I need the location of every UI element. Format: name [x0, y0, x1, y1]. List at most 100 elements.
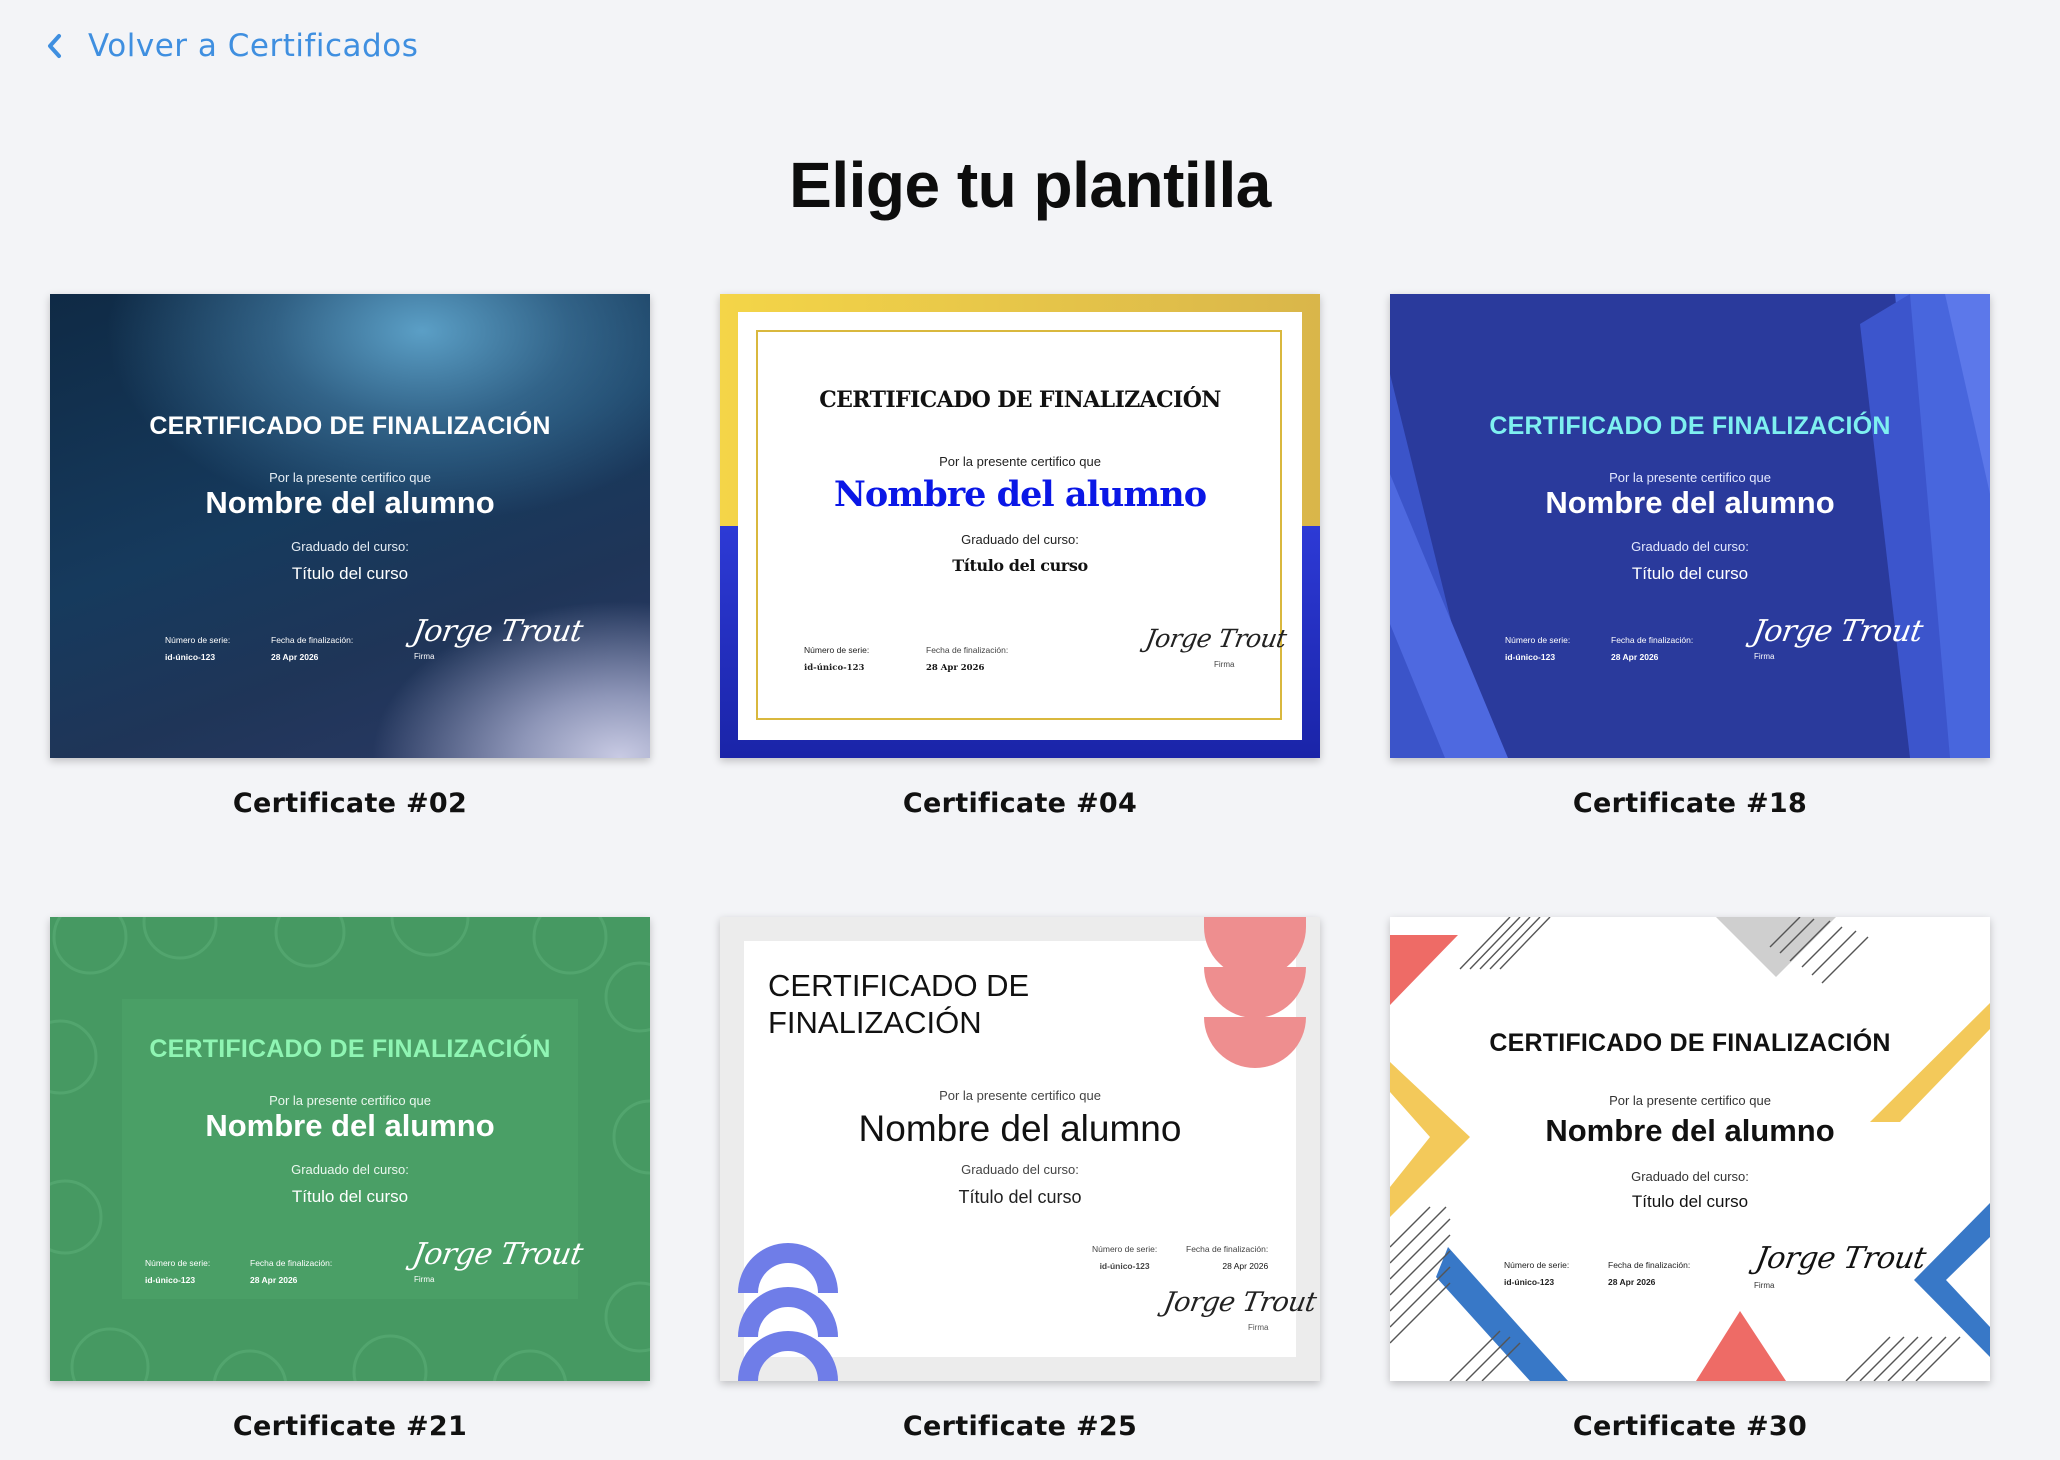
- pattern-background: [50, 917, 650, 1381]
- template-preview-04[interactable]: CERTIFICADO DE FINALIZACIÓN Por la prese…: [720, 294, 1320, 758]
- date-label: Fecha de finalización:: [1608, 1260, 1691, 1270]
- cert-student-name: Nombre del alumno: [1545, 1113, 1835, 1148]
- serial-label: Número de serie:: [145, 1258, 211, 1268]
- cert-graduated-label: Graduado del curso:: [1631, 1169, 1749, 1184]
- template-grid: CERTIFICADO DE FINALIZACIÓN Por la prese…: [50, 294, 1992, 1460]
- page-title: Elige tu plantilla: [789, 149, 1271, 221]
- date-value: 28 Apr 2026: [271, 652, 319, 662]
- template-name: Certificate #02: [232, 788, 468, 819]
- template-card-02[interactable]: CERTIFICADO DE FINALIZACIÓN Por la prese…: [50, 294, 650, 819]
- cert-date: Fecha de finalización: 28 Apr 2026: [1611, 632, 1693, 666]
- template-preview-30[interactable]: CERTIFICADO DE FINALIZACIÓN Por la prese…: [1390, 917, 1990, 1381]
- cert-signature: Jorge Trout: [409, 614, 586, 649]
- cert-title: CERTIFICADO DE FINALIZACIÓN: [768, 967, 1029, 1041]
- template-name: Certificate #30: [1572, 1411, 1808, 1442]
- serial-label: Número de serie:: [1505, 635, 1571, 645]
- geometric-decorations: [1390, 917, 1990, 1381]
- template-preview-21[interactable]: CERTIFICADO DE FINALIZACIÓN Por la prese…: [50, 917, 650, 1381]
- serial-value: id-único-123: [145, 1275, 196, 1285]
- cert-course-title: Título del curso: [1631, 564, 1749, 583]
- cert-title: CERTIFICADO DE FINALIZACIÓN: [1489, 412, 1891, 440]
- cert-graduated-label: Graduado del curso:: [291, 1162, 409, 1177]
- date-label: Fecha de finalización:: [250, 1258, 333, 1268]
- cert-signature: Jorge Trout: [1161, 1287, 1319, 1318]
- serial-value: id-único-123: [165, 652, 216, 662]
- template-name: Certificate #25: [902, 1411, 1138, 1442]
- date-label: Fecha de finalización:: [1611, 635, 1694, 645]
- cert-serial: Número de serie: id-único-123: [165, 632, 230, 666]
- cert-signature-label: Firma: [1754, 652, 1775, 661]
- folded-shapes: [1390, 294, 1990, 758]
- cert-intro: Por la presente certifico que: [269, 1093, 431, 1108]
- cert-serial: Número de serie: id-único-123: [1505, 632, 1570, 666]
- date-value: 28 Apr 2026: [1611, 652, 1659, 662]
- cert-course-title: Título del curso: [1631, 1192, 1749, 1211]
- cert-signature-label: Firma: [414, 1275, 435, 1284]
- cert-serial: Número de serie: id-único-123: [145, 1255, 210, 1289]
- cert-student-name: Nombre del alumno: [833, 474, 1207, 515]
- cert-date: Fecha de finalización: 28 Apr 2026: [1608, 1257, 1690, 1291]
- serial-label: Número de serie:: [165, 635, 231, 645]
- cert-course-title: Título del curso: [958, 1187, 1082, 1207]
- cert-title: CERTIFICADO DE FINALIZACIÓN: [149, 1035, 551, 1063]
- cert-student-name: Nombre del alumno: [1545, 485, 1835, 520]
- date-label: Fecha de finalización:: [1186, 1244, 1269, 1254]
- template-preview-18[interactable]: CERTIFICADO DE FINALIZACIÓN Por la prese…: [1390, 294, 1990, 758]
- date-label: Fecha de finalización:: [926, 645, 1009, 655]
- cert-title: CERTIFICADO DE FINALIZACIÓN: [1489, 1029, 1891, 1057]
- cert-signature: Jorge Trout: [1143, 624, 1289, 653]
- date-label: Fecha de finalización:: [271, 635, 354, 645]
- cert-date: Fecha de finalización: 28 Apr 2026: [250, 1255, 332, 1289]
- serial-label: Número de serie:: [1092, 1244, 1158, 1254]
- cert-graduated-label: Graduado del curso:: [291, 539, 409, 554]
- back-to-certificates-link[interactable]: Volver a Certificados: [44, 26, 418, 66]
- cert-date: Fecha de finalización: 28 Apr 2026: [926, 642, 1008, 677]
- serial-value: id-único-123: [1504, 1277, 1555, 1287]
- date-value: 28 Apr 2026: [1222, 1261, 1269, 1271]
- cert-title: CERTIFICADO DE FINALIZACIÓN: [819, 387, 1221, 413]
- cert-signature: Jorge Trout: [409, 1237, 586, 1272]
- cert-serial: Número de serie: id-único-123: [804, 642, 869, 677]
- cert-signature: Jorge Trout: [1749, 614, 1926, 649]
- template-card-18[interactable]: CERTIFICADO DE FINALIZACIÓN Por la prese…: [1390, 294, 1990, 819]
- template-name: Certificate #21: [232, 1411, 468, 1442]
- cert-signature-label: Firma: [1754, 1281, 1775, 1290]
- cert-course-title: Título del curso: [952, 556, 1088, 575]
- template-card-30[interactable]: CERTIFICADO DE FINALIZACIÓN Por la prese…: [1390, 917, 1990, 1442]
- cert-student-name: Nombre del alumno: [205, 485, 495, 520]
- cert-intro: Por la presente certifico que: [269, 470, 431, 485]
- serial-value: id-único-123: [1099, 1261, 1150, 1271]
- cert-title: CERTIFICADO DE FINALIZACIÓN: [149, 412, 551, 440]
- template-name: Certificate #04: [902, 788, 1138, 819]
- cert-title-line-2: FINALIZACIÓN: [768, 1005, 982, 1040]
- template-card-25[interactable]: CERTIFICADO DE FINALIZACIÓN Por la prese…: [720, 917, 1320, 1442]
- cert-signature-label: Firma: [414, 652, 435, 661]
- cert-signature: Jorge Trout: [1752, 1241, 1929, 1276]
- template-card-21[interactable]: CERTIFICADO DE FINALIZACIÓN Por la prese…: [50, 917, 650, 1442]
- cert-serial: Número de serie: id-único-123: [1504, 1257, 1569, 1291]
- date-value: 28 Apr 2026: [926, 663, 985, 673]
- template-card-04[interactable]: CERTIFICADO DE FINALIZACIÓN Por la prese…: [720, 294, 1320, 819]
- cert-title-line-1: CERTIFICADO DE: [768, 968, 1030, 1003]
- cert-student-name: Nombre del alumno: [205, 1108, 495, 1143]
- serial-label: Número de serie:: [1504, 1260, 1570, 1270]
- cert-graduated-label: Graduado del curso:: [1631, 539, 1749, 554]
- cert-student-name: Nombre del alumno: [858, 1108, 1182, 1149]
- cert-intro: Por la presente certifico que: [939, 1088, 1101, 1103]
- cert-intro: Por la presente certifico que: [939, 454, 1101, 469]
- cert-course-title: Título del curso: [291, 564, 409, 583]
- cert-signature-label: Firma: [1248, 1323, 1269, 1332]
- date-value: 28 Apr 2026: [1608, 1277, 1656, 1287]
- date-value: 28 Apr 2026: [250, 1275, 298, 1285]
- serial-label: Número de serie:: [804, 645, 870, 655]
- serial-value: id-único-123: [804, 663, 865, 673]
- template-preview-02[interactable]: CERTIFICADO DE FINALIZACIÓN Por la prese…: [50, 294, 650, 758]
- serial-value: id-único-123: [1505, 652, 1556, 662]
- cert-course-title: Título del curso: [291, 1187, 409, 1206]
- back-link-label: Volver a Certificados: [88, 28, 419, 64]
- cert-graduated-label: Graduado del curso:: [961, 532, 1079, 547]
- cert-date: Fecha de finalización: 28 Apr 2026: [271, 632, 353, 666]
- template-preview-25[interactable]: CERTIFICADO DE FINALIZACIÓN Por la prese…: [720, 917, 1320, 1381]
- cert-date: Fecha de finalización: 28 Apr 2026: [1186, 1241, 1268, 1275]
- cert-signature-label: Firma: [1214, 660, 1235, 669]
